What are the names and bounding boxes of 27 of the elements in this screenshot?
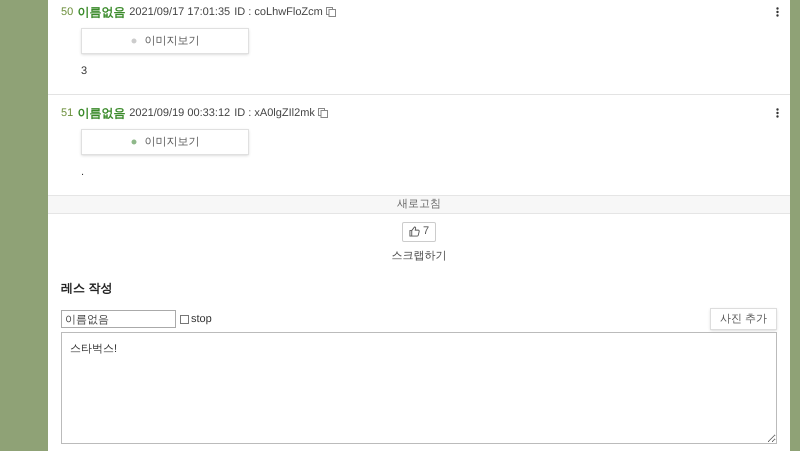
post-body: 3 (81, 64, 88, 79)
stop-checkbox[interactable]: stop (180, 310, 212, 328)
copy-icon[interactable] (326, 7, 336, 17)
add-photo-button[interactable]: 사진 추가 (710, 308, 777, 330)
more-options-icon[interactable] (776, 7, 779, 17)
post-number: 50 (61, 4, 74, 20)
thumbs-up-icon (408, 226, 420, 237)
image-thumbnail-icon (130, 38, 136, 44)
view-image-button[interactable]: 이미지보기 (81, 129, 249, 155)
name-field[interactable]: 이름없음 (61, 310, 176, 328)
poster-id: ID : xA0lgZIl2mk (234, 106, 315, 121)
scrap-link[interactable]: 스크랩하기 (392, 248, 446, 264)
post-body: . (81, 165, 84, 180)
post-datetime: 2021/09/19 00:33:12 (129, 106, 230, 121)
post-datetime: 2021/09/17 17:01:35 (129, 4, 230, 20)
image-thumbnail-icon (130, 139, 136, 145)
more-options-icon[interactable] (776, 108, 779, 118)
author-name: 이름없음 (77, 105, 126, 122)
form-heading: 레스 작성 (61, 280, 112, 297)
post-number: 51 (61, 106, 74, 121)
like-button[interactable]: 7 (402, 222, 436, 242)
copy-icon[interactable] (318, 108, 328, 118)
message-field[interactable]: 스타벅스! (61, 332, 777, 444)
poster-id: ID : coLhwFloZcm (234, 4, 323, 20)
view-image-button[interactable]: 이미지보기 (81, 28, 249, 54)
author-name: 이름없음 (77, 4, 126, 21)
refresh-bar[interactable]: 새로고침 (48, 195, 790, 214)
